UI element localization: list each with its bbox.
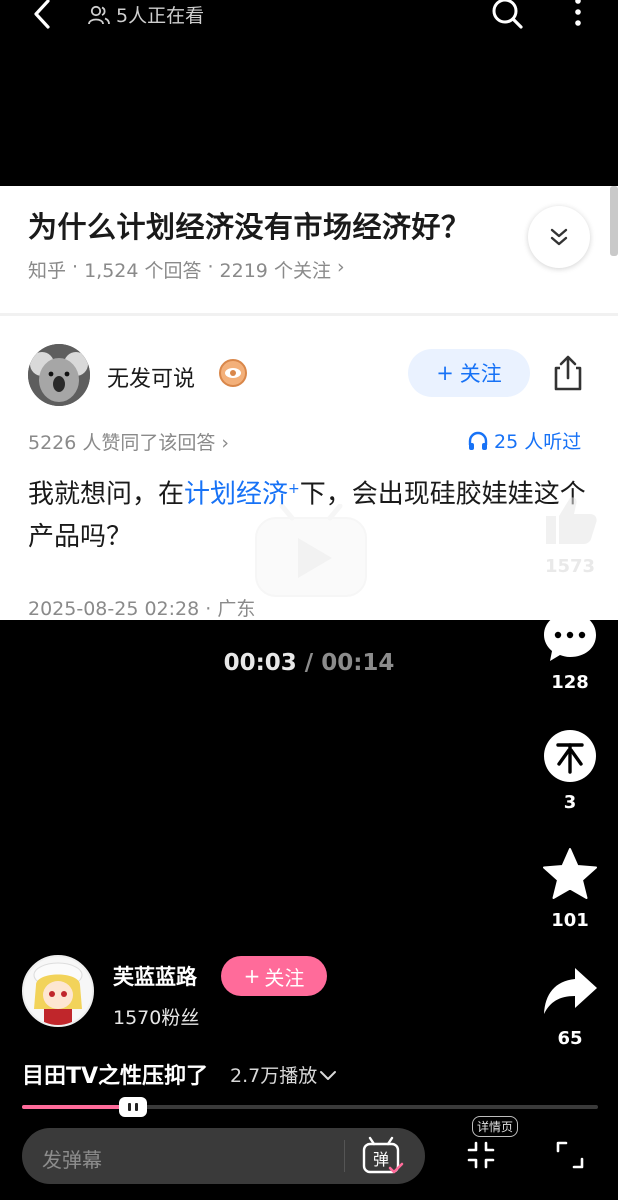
koala-avatar-image <box>28 344 90 406</box>
meta-dot: · <box>72 256 79 278</box>
video-frame[interactable]: 为什么计划经济没有市场经济好？ 知乎 · 1,524 个回答 · 2219 个关… <box>0 186 618 620</box>
upvote-summary: 5226 人赞同了该回答 › <box>28 432 230 454</box>
headphones-icon <box>468 431 488 450</box>
viewer-count: 5人正在看 <box>88 1 204 28</box>
zhihu-follow-button: + 关注 <box>408 349 530 397</box>
danmaku-input[interactable]: 发弹幕 弹 <box>22 1128 425 1184</box>
comment-bubble-icon <box>544 613 596 661</box>
progress-thumb[interactable] <box>119 1097 147 1117</box>
favorite-count: 101 <box>551 910 589 931</box>
double-chevron-down-icon <box>550 228 568 246</box>
play-count: 2.7万播放 <box>230 1065 318 1087</box>
thumb-grip <box>128 1103 131 1111</box>
more-options-icon[interactable] <box>568 0 588 30</box>
like-button[interactable]: 1573 <box>540 492 600 577</box>
duration: 00:14 <box>321 650 395 676</box>
coin-icon <box>544 730 596 782</box>
question-title: 为什么计划经济没有市场经济好？ <box>28 210 471 244</box>
comment-count: 128 <box>551 672 589 693</box>
frame-scrollbar <box>610 186 618 256</box>
meta-dot: · <box>207 256 214 278</box>
details-page-label[interactable]: 详情页 <box>472 1116 519 1137</box>
coin-count: 3 <box>563 792 577 813</box>
current-time: 00:03 <box>223 650 297 676</box>
uploader-follow-label: 关注 <box>264 965 305 990</box>
uploader-name[interactable]: 芙蓝蓝路 <box>113 961 197 991</box>
playback-time: 00:03 / 00:14 <box>0 650 618 676</box>
chevron-down-icon <box>320 1070 337 1080</box>
meta-answers: 1,524 个回答 <box>84 260 202 282</box>
uploader-fans: 1570粉丝 <box>113 1007 200 1029</box>
search-icon[interactable] <box>490 0 524 30</box>
share-count: 65 <box>557 1028 583 1049</box>
share-upload-icon <box>554 355 582 391</box>
fullscreen-icon[interactable] <box>555 1140 585 1170</box>
author-name: 无发可说 <box>107 367 196 392</box>
star-icon <box>543 848 597 899</box>
favorite-button[interactable]: 101 <box>540 846 600 931</box>
question-meta: 知乎 · 1,524 个回答 · 2219 个关注 › <box>28 256 345 283</box>
shrink-icon[interactable] <box>466 1140 496 1170</box>
share-arrow-icon <box>544 968 597 1014</box>
thumbs-up-icon <box>546 497 597 544</box>
listeners-label: 25 人听过 <box>494 431 582 453</box>
meta-chevron: › <box>336 256 345 278</box>
people-icon <box>88 5 110 24</box>
top-bar: 5人正在看 <box>0 0 618 30</box>
collapse-button <box>528 206 590 268</box>
progress-bar[interactable] <box>22 1105 598 1109</box>
danmaku-icon-label: 弹 <box>373 1150 389 1169</box>
share-button[interactable]: 65 <box>540 964 600 1049</box>
meta-followers: 2219 个关注 <box>219 260 331 282</box>
meta-source: 知乎 <box>28 260 67 282</box>
zhihu-follow-label: 关注 <box>459 362 502 386</box>
time-separator: / <box>304 650 314 676</box>
play-watermark-icon <box>255 504 367 597</box>
coin-button[interactable]: 3 <box>540 728 600 813</box>
author-badge-icon <box>219 359 247 387</box>
divider <box>0 313 618 316</box>
danmaku-placeholder: 发弹幕 <box>42 1148 102 1172</box>
uploader-avatar[interactable] <box>22 955 94 1027</box>
uploader-follow-button[interactable]: + 关注 <box>221 956 327 996</box>
plus-icon: + <box>243 964 261 988</box>
danmaku-toggle-icon[interactable]: 弹 <box>360 1134 404 1178</box>
listeners-count: 25 人听过 <box>467 427 581 454</box>
viewer-count-label: 5人正在看 <box>116 5 205 27</box>
comment-button[interactable]: 128 <box>540 610 600 693</box>
video-title[interactable]: 目田TV之性压抑了 <box>22 1058 208 1090</box>
plus-icon: + <box>436 361 454 385</box>
play-count-toggle[interactable]: 2.7万播放 <box>230 1061 337 1088</box>
thumb-grip <box>135 1103 138 1111</box>
like-count: 1573 <box>544 556 596 577</box>
back-arrow-icon[interactable] <box>28 0 56 30</box>
answer-timestamp: 2025-08-25 02:28 · 广东 <box>28 598 256 620</box>
author-avatar <box>28 344 90 406</box>
divider <box>344 1140 345 1172</box>
answer-pre: 我就想问，在 <box>28 479 185 510</box>
answer-link-marker: + <box>288 481 300 497</box>
anime-avatar-image <box>24 957 92 1025</box>
